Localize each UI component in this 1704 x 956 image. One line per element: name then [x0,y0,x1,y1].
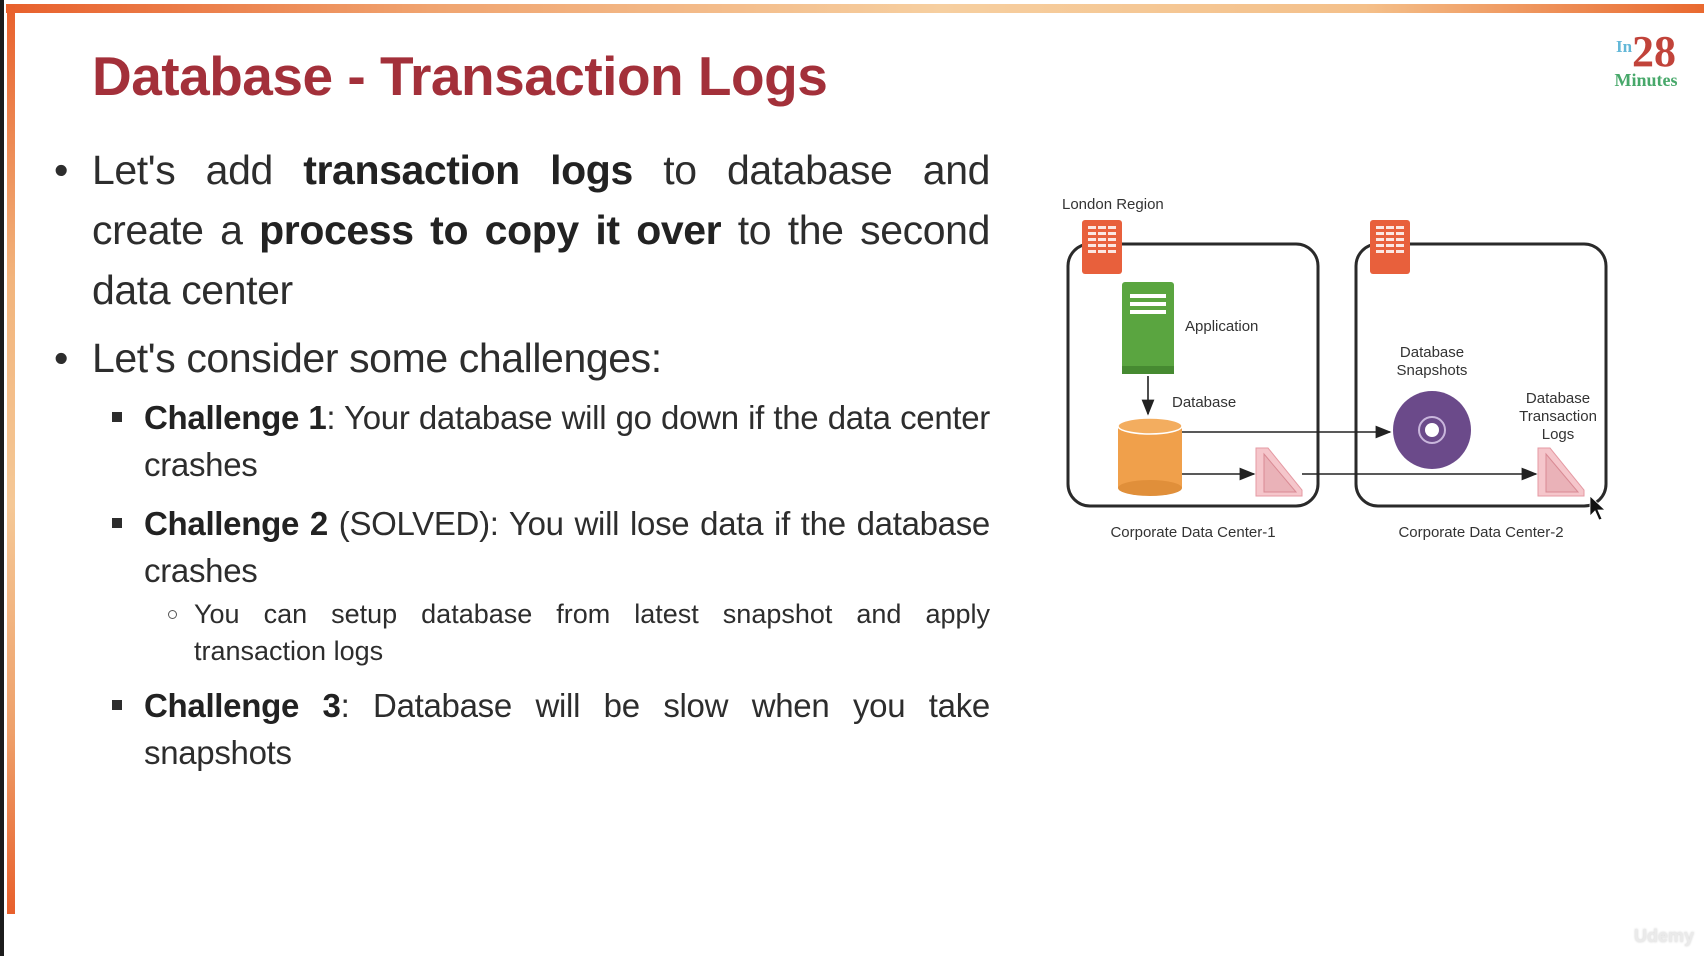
diagram-canvas [1066,220,1608,521]
bullet-challenges: • Let's consider some challenges: [50,328,990,388]
transaction-log-file-icon [1255,447,1303,497]
slide-body: • Let's add transaction logs to database… [50,140,990,776]
data-center-1-label: Corporate Data Center-1 [1110,524,1276,541]
region-label: London Region [1062,196,1164,213]
bullet-dot-icon: • [54,335,68,381]
challenge-2-note: You can setup database from latest snaps… [50,596,990,670]
application-label: Application [1185,318,1259,335]
database-icon [1117,417,1183,496]
application-server-icon [1122,282,1174,374]
bullet-text: Let's consider some challenges: [92,335,662,381]
data-center-2-label: Corporate Data Center-2 [1398,524,1564,541]
transaction-log-file-icon [1537,447,1585,497]
snapshots-label: Database Snapshots [1396,344,1468,379]
square-bullet-icon [112,700,122,710]
challenge-2: Challenge 2 (SOLVED): You will lose data… [50,500,990,594]
slide-top-accent-bar [6,4,1704,13]
building-icon [1082,220,1122,274]
database-snapshot-icon [1393,391,1471,469]
challenge-3: Challenge 3: Database will be slow when … [50,682,990,776]
bullet-transaction-logs: • Let's add transaction logs to database… [50,140,990,320]
square-bullet-icon [112,412,122,422]
screen-edge [0,0,4,956]
square-bullet-icon [112,518,122,528]
udemy-watermark: Udemy [1634,926,1695,946]
database-label: Database [1172,394,1237,411]
circle-bullet-icon [168,610,177,619]
bullet-dot-icon: • [54,147,68,193]
transaction-logs-label: Database Transaction Logs [1519,390,1597,443]
slide-left-accent-bar [7,6,15,914]
logo-suffix: Minutes [1614,70,1678,90]
architecture-diagram: London Region Application Database Datab… [1060,190,1620,550]
bullet-text: Let's add transaction logs to database a… [92,147,991,313]
challenge-1: Challenge 1: Your database will go down … [50,394,990,488]
logo-number: 28 [1632,27,1677,76]
in28minutes-logo: In28 Minutes [1598,30,1694,91]
building-icon [1370,220,1410,274]
slide-title: Database - Transaction Logs [92,45,828,107]
logo-prefix: In [1615,37,1633,56]
